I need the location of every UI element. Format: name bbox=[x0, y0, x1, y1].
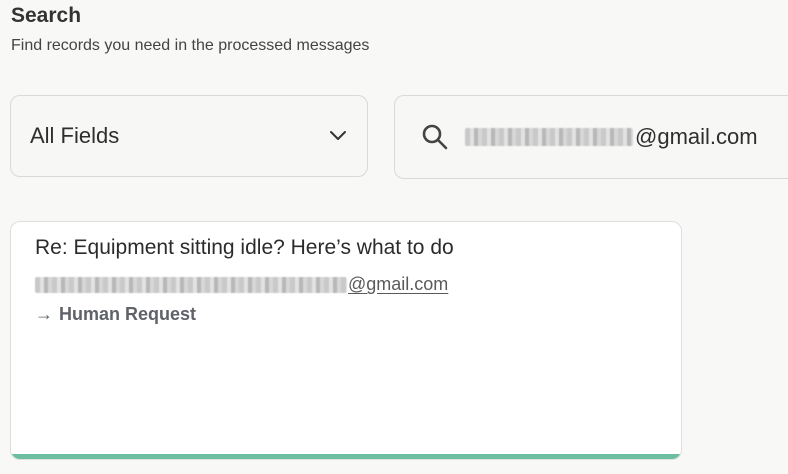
page-title: Search bbox=[11, 4, 82, 27]
search-box[interactable]: @gmail.com bbox=[394, 95, 788, 179]
search-icon bbox=[421, 123, 449, 151]
card-accent-bar bbox=[11, 454, 681, 459]
search-input[interactable]: @gmail.com bbox=[465, 124, 758, 150]
result-card[interactable]: Re: Equipment sitting idle? Here’s what … bbox=[10, 221, 682, 460]
page-subtitle: Find records you need in the processed m… bbox=[11, 37, 370, 54]
redacted-text bbox=[35, 276, 347, 293]
result-route: → Human Request bbox=[35, 304, 196, 325]
route-label: Human Request bbox=[59, 304, 197, 324]
field-filter-select[interactable]: All Fields bbox=[10, 95, 368, 177]
chevron-down-icon bbox=[329, 127, 347, 145]
sender-email-link[interactable]: @gmail.com bbox=[348, 274, 448, 295]
arrow-right-icon: → bbox=[35, 304, 53, 324]
field-filter-value: All Fields bbox=[30, 123, 120, 148]
redacted-text bbox=[465, 128, 633, 146]
result-subject: Re: Equipment sitting idle? Here’s what … bbox=[35, 236, 454, 259]
search-input-value: @gmail.com bbox=[635, 124, 758, 149]
result-sender: @gmail.com bbox=[35, 274, 448, 295]
